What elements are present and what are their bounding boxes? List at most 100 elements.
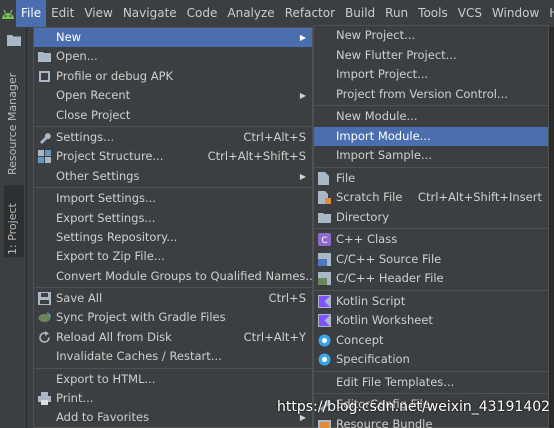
apk-icon <box>38 70 51 83</box>
menu-run[interactable]: Run <box>380 0 413 27</box>
directory-icon <box>318 211 331 224</box>
new-menu-item-kotlin-script[interactable]: Kotlin Script <box>314 292 548 312</box>
android-studio-logo-icon[interactable] <box>0 0 16 27</box>
new-menu-item-c-cpp-header-file[interactable]: C/C++ Header File <box>314 269 548 289</box>
menu-item-label: Import Sample... <box>336 148 432 162</box>
file-menu-item-export-to-zip-file[interactable]: Export to Zip File... <box>34 247 312 266</box>
file-menu-item-new[interactable]: New ▶ <box>34 28 312 48</box>
new-menu-item-edit-file-templates[interactable]: Edit File Templates... <box>314 373 548 393</box>
file-menu-item-export-settings[interactable]: Export Settings... <box>34 209 312 228</box>
cpp-source-icon <box>318 252 331 266</box>
new-menu-item-kotlin-worksheet[interactable]: Kotlin Worksheet <box>314 311 548 331</box>
specification-icon <box>318 353 331 366</box>
menu-file[interactable]: File <box>16 0 47 27</box>
kotlin-icon <box>318 294 331 308</box>
file-menu-item-project-structure[interactable]: Project Structure... Ctrl+Alt+Shift+S <box>34 147 312 166</box>
new-menu-item-import-module[interactable]: Import Module... <box>314 126 548 146</box>
menu-item-label: Open... <box>56 49 98 64</box>
menu-item-label: Export to HTML... <box>56 371 156 386</box>
file-menu-item-invalidate-caches-restart[interactable]: Invalidate Caches / Restart... <box>34 347 312 366</box>
new-menu-item-scratch-file[interactable]: Scratch File Ctrl+Alt+Shift+Insert <box>314 188 548 208</box>
new-menu-item-file[interactable]: File <box>314 169 548 189</box>
project-structure-icon <box>38 150 51 164</box>
menu-code[interactable]: Code <box>182 0 223 27</box>
new-menu-item-cpp-class[interactable]: C C++ Class <box>314 230 548 250</box>
menu-separator <box>314 228 548 229</box>
menu-tools[interactable]: Tools <box>413 0 453 27</box>
cpp-class-icon: C <box>318 233 331 246</box>
kotlin-icon <box>318 314 331 327</box>
file-menu-item-sync-project-with-gradle-files[interactable]: Sync Project with Gradle Files <box>34 308 312 327</box>
new-menu-item-import-sample[interactable]: Import Sample... <box>314 146 548 166</box>
folder-icon[interactable] <box>6 33 22 49</box>
new-menu-item-concept[interactable]: Concept <box>314 331 548 351</box>
file-menu-item-close-project[interactable]: Close Project <box>34 106 312 125</box>
file-menu-item-add-to-favorites[interactable]: Add to Favorites ▶ <box>34 408 312 427</box>
new-menu-item-project-from-version-control[interactable]: Project from Version Control... <box>314 85 548 105</box>
file-menu-item-other-settings[interactable]: Other Settings ▶ <box>34 167 312 186</box>
menu-item-label: Reload All from Disk <box>56 329 172 344</box>
menu-item-label: Edit File Templates... <box>336 374 455 389</box>
menu-item-shortcut: Ctrl+Alt+Shift+Insert <box>417 190 542 204</box>
file-menu-item-profile-or-debug-apk[interactable]: Profile or debug APK <box>34 67 312 86</box>
menu-separator <box>34 187 312 189</box>
menu-build[interactable]: Build <box>340 0 380 27</box>
new-menu-item-specification[interactable]: Specification <box>314 350 548 370</box>
menu-item-label: Directory <box>336 209 390 224</box>
menu-item-label: Scratch File <box>336 190 403 204</box>
menu-item-label: Concept <box>336 332 384 347</box>
menu-item-label: Project from Version Control... <box>336 86 508 101</box>
new-menu-item-directory[interactable]: Directory <box>314 208 548 228</box>
menu-item-label: Print... <box>56 391 94 406</box>
new-menu-item-new-module[interactable]: New Module... <box>314 107 548 127</box>
submenu-arrow-icon: ▶ <box>299 33 306 42</box>
menu-item-label: Specification <box>336 352 410 366</box>
concept-icon <box>318 334 331 347</box>
menu-item-label: Add to Favorites <box>56 410 150 425</box>
menu-refactor[interactable]: Refactor <box>280 0 340 27</box>
svg-text:C: C <box>321 236 327 246</box>
resource-bundle-icon <box>318 418 331 428</box>
tab-resource-manager[interactable]: Resource Manager <box>4 57 24 177</box>
folder-icon <box>38 50 51 63</box>
menu-navigate[interactable]: Navigate <box>118 0 182 27</box>
menu-item-label: C++ Class <box>336 232 398 246</box>
menu-item-label: Open Recent <box>56 88 131 103</box>
save-icon <box>38 292 51 306</box>
new-menu-item-new-project[interactable]: New Project... <box>314 26 548 46</box>
file-menu-item-import-settings[interactable]: Import Settings... <box>34 189 312 208</box>
menu-window[interactable]: Window <box>487 0 544 27</box>
menu-item-label: File <box>336 170 356 185</box>
left-tool-strip: Resource Manager 1: Project <box>0 27 27 428</box>
menu-separator <box>34 125 312 127</box>
file-menu-item-open[interactable]: Open... <box>34 47 312 66</box>
file-menu-item-save-all[interactable]: Save All Ctrl+S <box>34 289 312 308</box>
menu-bar: File Edit View Navigate Code Analyze Ref… <box>0 0 554 27</box>
menu-edit[interactable]: Edit <box>46 0 79 27</box>
menu-vcs[interactable]: VCS <box>453 0 487 27</box>
file-menu-item-reload-all-from-disk[interactable]: Reload All from Disk Ctrl+Alt+Y <box>34 328 312 347</box>
menu-item-label: Sync Project with Gradle Files <box>56 310 226 325</box>
menu-item-label: New <box>56 30 82 44</box>
new-menu-item-import-project[interactable]: Import Project... <box>314 65 548 85</box>
tab-project[interactable]: 1: Project <box>4 185 24 257</box>
new-menu-item-new-flutter-project[interactable]: New Flutter Project... <box>314 46 548 66</box>
menu-analyze[interactable]: Analyze <box>222 0 279 27</box>
menu-item-label: Import Settings... <box>56 191 156 206</box>
menu-help[interactable]: He <box>544 0 554 27</box>
file-menu-item-settings-repository[interactable]: Settings Repository... <box>34 228 312 247</box>
menu-separator <box>314 393 548 394</box>
menu-item-label: Other Settings <box>56 168 140 183</box>
file-menu-item-convert-module-groups-to-qualified-names[interactable]: Convert Module Groups to Qualified Names… <box>34 267 316 286</box>
file-menu-item-open-recent[interactable]: Open Recent ▶ <box>34 86 312 105</box>
menu-view[interactable]: View <box>79 0 117 27</box>
menu-item-label: New Module... <box>336 109 418 123</box>
menu-item-label: Project Structure... <box>56 149 164 164</box>
file-menu-item-settings[interactable]: Settings... Ctrl+Alt+S <box>34 128 312 147</box>
new-menu-item-c-cpp-source-file[interactable]: C/C++ Source File <box>314 250 548 270</box>
gradle-sync-icon <box>38 311 51 324</box>
file-menu-item-export-to-html[interactable]: Export to HTML... <box>34 370 312 389</box>
wrench-icon <box>38 131 51 144</box>
file-menu-item-print[interactable]: Print... <box>34 389 312 408</box>
new-menu-item-resource-bundle[interactable]: Resource Bundle <box>314 415 548 428</box>
